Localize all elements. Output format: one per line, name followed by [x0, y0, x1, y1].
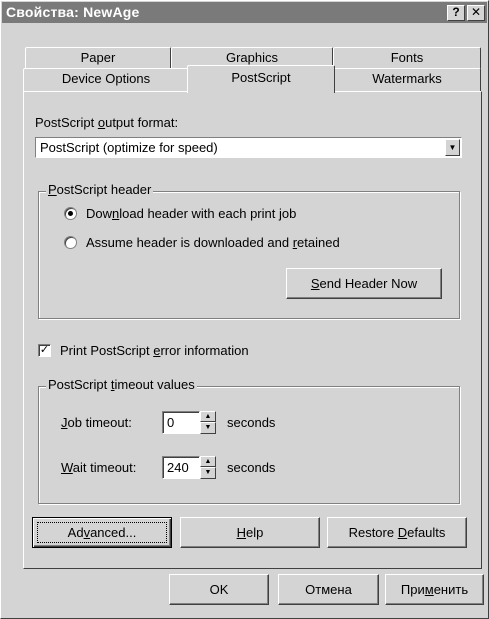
properties-dialog: Свойства: NewAge ? ✕ Paper Graphics Font…	[0, 0, 489, 619]
dropdown-button[interactable]: ▼	[445, 139, 460, 156]
window-title: Свойства: NewAge	[6, 4, 140, 20]
print-error-label[interactable]: Print PostScript error information	[60, 343, 249, 358]
output-format-value: PostScript (optimize for speed)	[40, 140, 218, 155]
tab-postscript-label: PostScript	[231, 70, 291, 85]
wait-timeout-value: 240	[167, 460, 189, 475]
tab-fonts-label: Fonts	[390, 50, 424, 65]
output-format-select[interactable]: PostScript (optimize for speed) ▼	[35, 137, 462, 158]
wait-timeout-spinner[interactable]: ▲ ▼	[200, 456, 216, 479]
tab-device-options[interactable]: Device Options	[23, 68, 189, 91]
radio-dot	[68, 211, 73, 216]
spin-up-icon[interactable]: ▲	[200, 411, 216, 422]
download-header-radio[interactable]	[64, 207, 77, 220]
spin-down-icon[interactable]: ▼	[200, 422, 216, 434]
print-error-checkbox[interactable]: ✓	[38, 344, 51, 357]
job-timeout-value: 0	[167, 415, 175, 430]
download-header-label[interactable]: Download header with each print job	[86, 206, 296, 221]
cancel-button[interactable]: Отмена	[278, 574, 379, 605]
chevron-down-icon: ▼	[448, 143, 457, 152]
advanced-button[interactable]: Advanced...	[32, 517, 172, 548]
spin-up-icon[interactable]: ▲	[200, 456, 216, 467]
title-bar[interactable]: Свойства: NewAge ? ✕	[2, 2, 487, 23]
apply-button[interactable]: Применить	[385, 574, 484, 605]
tab-paper-label: Paper	[80, 50, 116, 65]
job-timeout-input[interactable]: 0	[162, 411, 200, 434]
wait-timeout-unit: seconds	[227, 460, 276, 475]
tab-watermarks-label: Watermarks	[372, 71, 442, 86]
tab-device-options-label: Device Options	[61, 71, 151, 86]
wait-timeout-input[interactable]: 240	[162, 456, 200, 479]
timeout-values-legend: PostScript timeout values	[46, 377, 197, 392]
help-button[interactable]: ?	[447, 5, 465, 21]
tab-graphics-label: Graphics	[225, 50, 279, 65]
timeout-values-group	[38, 386, 460, 504]
checkmark-icon: ✓	[39, 344, 50, 356]
close-button[interactable]: ✕	[467, 5, 485, 21]
job-timeout-label: Job timeout:	[61, 415, 132, 430]
spin-down-icon[interactable]: ▼	[200, 467, 216, 479]
help-panel-button[interactable]: Help	[180, 517, 320, 548]
wait-timeout-label: Wait timeout:	[61, 460, 137, 475]
restore-defaults-button[interactable]: Restore Defaults	[327, 517, 467, 548]
assume-header-radio[interactable]	[64, 236, 77, 249]
ok-button[interactable]: OK	[169, 574, 269, 605]
tab-paper[interactable]: Paper	[25, 47, 171, 69]
job-timeout-unit: seconds	[227, 415, 276, 430]
close-icon: ✕	[470, 5, 482, 19]
tab-fonts[interactable]: Fonts	[333, 47, 481, 69]
tab-postscript[interactable]: PostScript	[187, 65, 335, 93]
job-timeout-spinner[interactable]: ▲ ▼	[200, 411, 216, 434]
question-icon: ?	[452, 5, 460, 19]
send-header-now-button[interactable]: Send Header Now	[286, 268, 442, 299]
assume-header-label[interactable]: Assume header is downloaded and retained	[86, 235, 340, 250]
focus-rect	[37, 522, 167, 543]
tab-watermarks[interactable]: Watermarks	[333, 68, 481, 91]
output-format-label: PostScript output format:	[35, 115, 179, 130]
postscript-header-legend: PostScript header	[46, 182, 154, 197]
